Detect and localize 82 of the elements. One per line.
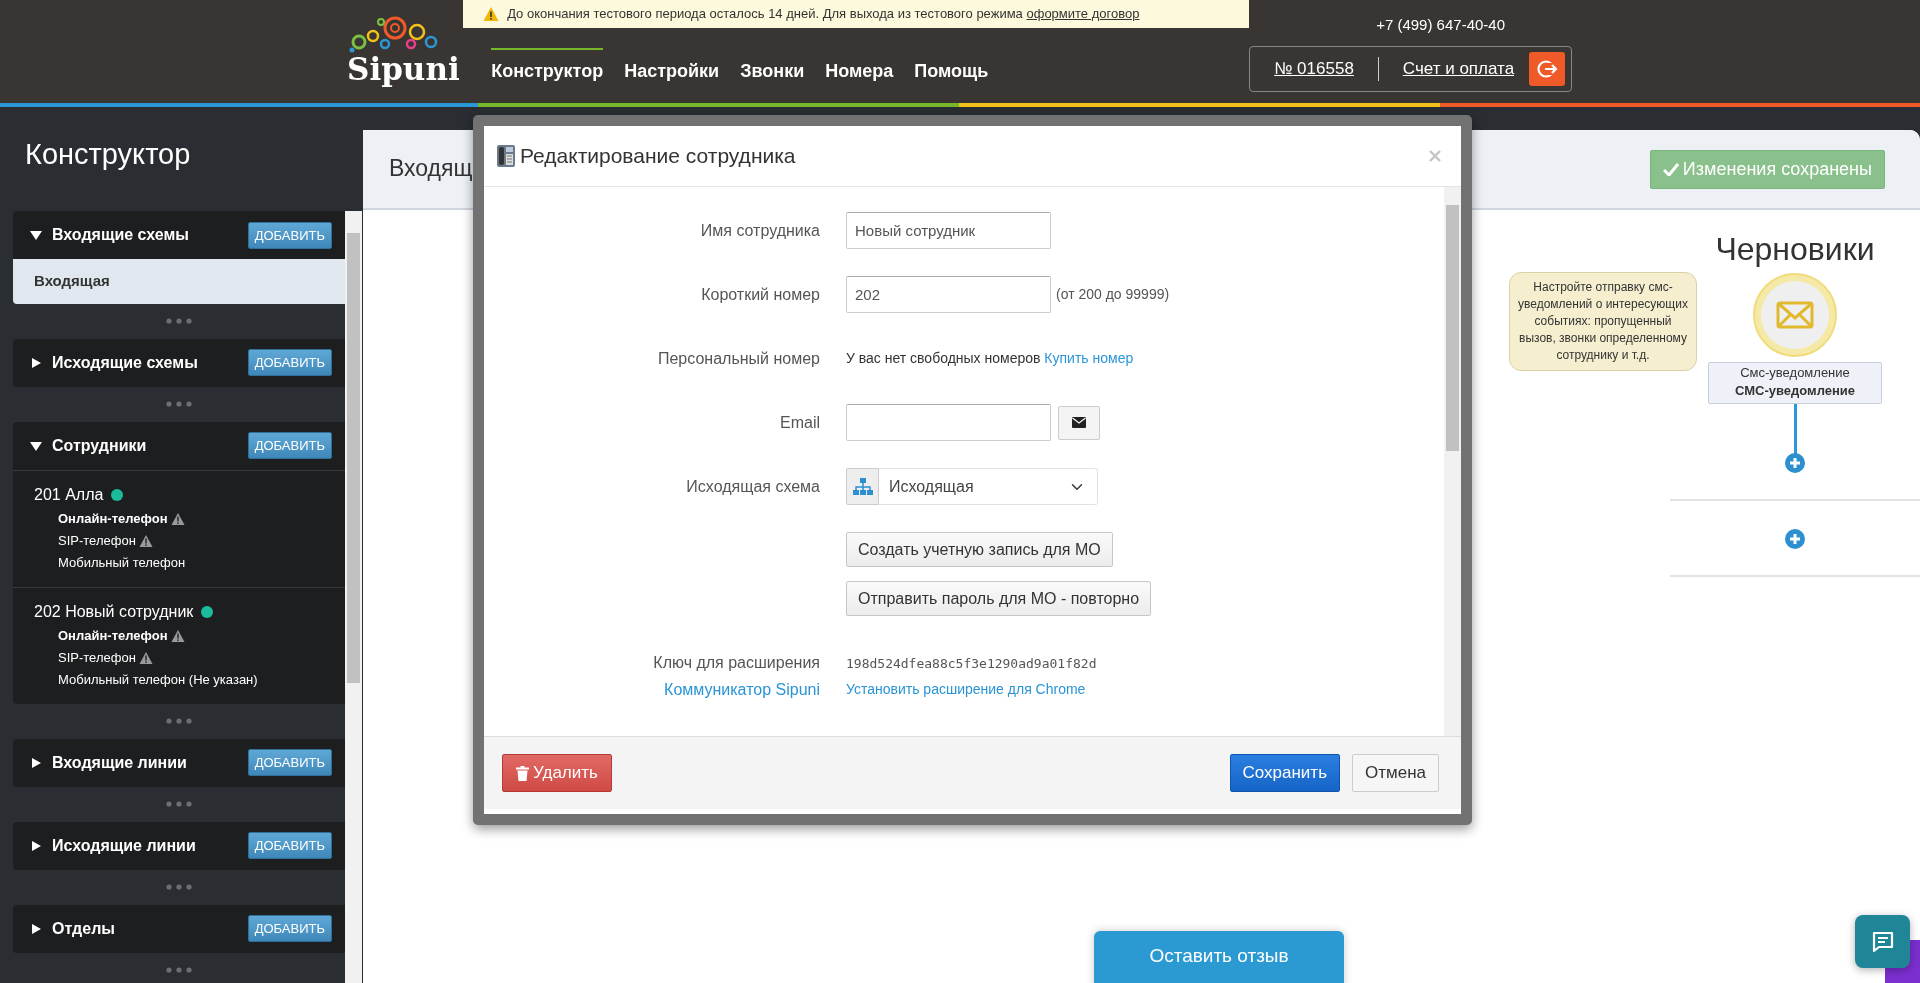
delete-button[interactable]: Удалить <box>502 754 612 792</box>
more-dots-icon <box>166 401 192 407</box>
range-hint: (от 200 до 99999) <box>1056 285 1170 304</box>
employee-name[interactable]: 202 Новый сотрудник <box>34 599 194 624</box>
caret-icon[interactable] <box>30 922 42 935</box>
device-label: Онлайн-телефон <box>58 509 168 528</box>
logout-button[interactable] <box>1529 51 1565 86</box>
nav-tab[interactable]: Конструктор <box>491 48 604 85</box>
action-button[interactable]: Отправить пароль для МО - повторно <box>846 581 1152 616</box>
contract-link[interactable]: оформите договор <box>1026 6 1140 22</box>
field-label: Персональный номер <box>656 348 820 369</box>
hint-tooltip: Настройте отправку смс-уведомлений о интересующих событиях: пропущенный вызов, звонки определенному сотруднику и т.д. <box>1509 272 1697 371</box>
text-field[interactable]: 202 <box>846 276 1051 313</box>
node-name: СМС-уведомление <box>1733 382 1857 401</box>
more-dots-icon <box>166 967 192 973</box>
logout-icon <box>1536 58 1558 79</box>
chat-button[interactable] <box>1855 915 1910 968</box>
hierarchy-icon <box>852 477 873 496</box>
close-icon <box>1429 150 1441 162</box>
text-field[interactable]: Новый сотрудник <box>846 212 1051 249</box>
info-text: У вас нет свободных номеров Купить номер <box>846 349 1134 368</box>
more-dots-icon <box>166 801 192 807</box>
dialog-title: Редактирование сотрудника <box>520 143 796 169</box>
check-icon <box>1662 162 1679 176</box>
warning-icon <box>483 6 500 22</box>
add-icon[interactable] <box>1784 528 1806 551</box>
scheme-select[interactable]: Исходящая <box>879 468 1098 505</box>
chat-icon <box>1870 929 1895 954</box>
field-label: Исходящая схема <box>685 476 820 497</box>
device-label: Мобильный телефон <box>58 553 186 572</box>
nav-tab[interactable]: Номера <box>825 48 894 85</box>
sms-node-label[interactable]: Смс-уведомление СМС-уведомление <box>1708 362 1882 405</box>
device-label: SIP-телефон <box>58 531 136 550</box>
add-icon[interactable] <box>1784 452 1806 475</box>
caret-icon[interactable] <box>30 229 42 241</box>
caret-icon[interactable] <box>30 356 42 369</box>
device-label: Мобильный телефон (Не указан) <box>58 670 258 689</box>
caret-icon[interactable] <box>30 839 42 852</box>
employee-name[interactable]: 201 Алла <box>34 482 104 507</box>
trash-icon <box>516 765 529 781</box>
section-title[interactable]: Исходящие схемы <box>52 350 198 375</box>
cancel-button[interactable]: Отмена <box>1352 754 1439 792</box>
connector-line <box>1793 404 1797 455</box>
scrollbar[interactable] <box>1444 187 1461 736</box>
sidebar-item[interactable]: Входящая <box>13 259 345 304</box>
field-label: Ключ для расширения <box>652 653 820 673</box>
section-title[interactable]: Входящие схемы <box>52 223 189 247</box>
phone-number: +7 (499) 647-40-40 <box>1375 15 1505 35</box>
nav-tab[interactable]: Помощь <box>914 48 989 85</box>
more-dots-icon <box>166 318 192 324</box>
email-field[interactable] <box>846 404 1051 441</box>
scrollbar[interactable] <box>345 211 362 983</box>
nav-tab[interactable]: Настройки <box>624 48 720 85</box>
field-label: Имя сотрудника <box>699 220 820 241</box>
phone-icon <box>496 144 516 168</box>
field-label: Email <box>779 412 820 433</box>
section-title[interactable]: Сотрудники <box>52 433 147 458</box>
field-label: Короткий номер <box>700 284 820 305</box>
more-dots-icon <box>166 718 192 724</box>
caret-icon[interactable] <box>30 756 42 769</box>
caret-icon[interactable] <box>30 439 42 452</box>
section-title[interactable]: Отделы <box>52 916 115 941</box>
drafts-title: Черновики <box>1715 230 1875 269</box>
envelope-node-icon[interactable] <box>1752 272 1838 359</box>
node-type: Смс-уведомление <box>1739 364 1851 383</box>
section-title[interactable]: Исходящие линии <box>52 833 196 858</box>
sidebar-title: Конструктор <box>24 137 192 172</box>
billing-link[interactable]: Счет и оплата <box>1402 55 1515 82</box>
save-button[interactable]: Сохранить <box>1229 754 1340 792</box>
envelope-icon <box>1072 417 1086 428</box>
send-email-button[interactable] <box>1058 405 1100 440</box>
section-title[interactable]: Входящие линии <box>52 750 187 775</box>
action-button[interactable]: Создать учетную запись для МО <box>846 532 1113 567</box>
account-number-link[interactable]: № 016558 <box>1274 55 1354 82</box>
device-label: SIP-телефон <box>58 648 136 667</box>
page-title: Входящ <box>389 155 473 183</box>
more-dots-icon <box>166 884 192 890</box>
banner-text: До окончания тестового периода осталось 14 дней. Для выхода из тестового режима оформите договор <box>507 5 1140 24</box>
device-label: Онлайн-телефон <box>58 626 168 645</box>
extension-key: 198d524dfea88c5f3e1290ad9a01f82d <box>846 653 1097 674</box>
nav-tab[interactable]: Звонки <box>740 48 805 85</box>
logo-text: Sipuni <box>347 54 460 85</box>
